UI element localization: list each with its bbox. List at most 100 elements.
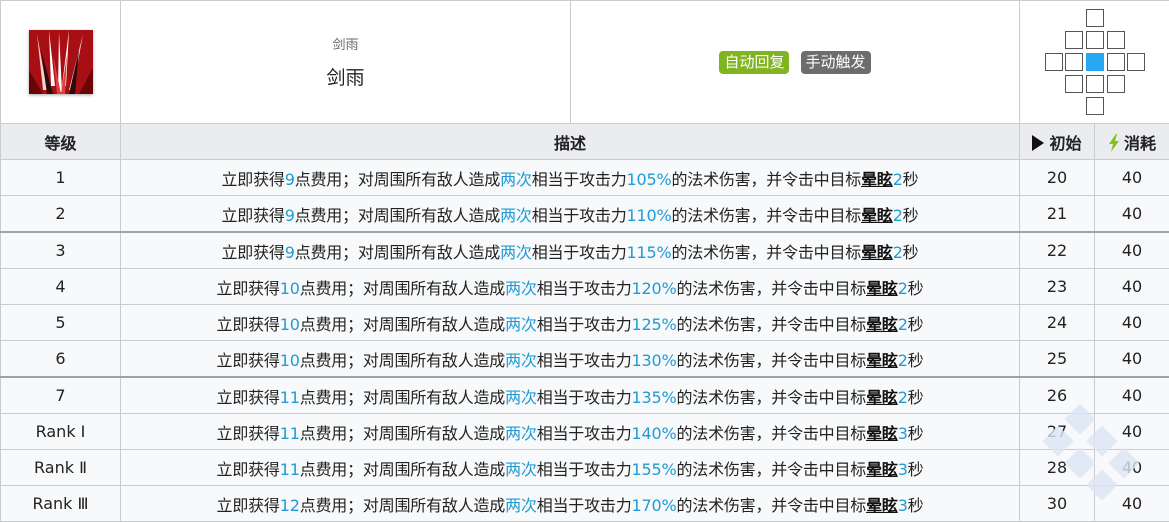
level-cell: 7 (1, 377, 121, 414)
skill-header-row: 剑雨 剑雨 自动回复 手动触发 (1, 1, 1169, 124)
description-cell: 立即获得10点费用；对周围所有敌人造成两次相当于攻击力125%的法术伤害，并令击… (121, 305, 1020, 341)
column-header-row: 等级 描述 初始 消耗 (1, 124, 1169, 160)
highlight-value: 9 (285, 243, 295, 262)
stun-term-link[interactable]: 晕眩 (861, 243, 893, 262)
highlight-value: 11 (280, 460, 300, 479)
highlight-value: 3 (898, 496, 908, 515)
table-row: Rank Ⅰ立即获得11点费用；对周围所有敌人造成两次相当于攻击力140%的法术… (1, 414, 1169, 450)
highlight-value: 10 (280, 315, 300, 334)
initial-sp-cell: 25 (1020, 341, 1095, 378)
sp-cost-cell: 40 (1095, 160, 1169, 196)
highlight-value: 12 (280, 496, 300, 515)
highlight-value: 105% (627, 170, 672, 189)
highlight-value: 2 (898, 315, 908, 334)
highlight-value: 3 (898, 460, 908, 479)
level-cell: 4 (1, 269, 121, 305)
highlight-value: 135% (632, 388, 677, 407)
stun-term-link[interactable]: 晕眩 (866, 315, 898, 334)
initial-column-header: 初始 (1020, 124, 1095, 160)
level-cell: 5 (1, 305, 121, 341)
recovery-type-badge: 自动回复 (719, 51, 789, 74)
initial-sp-cell: 28 (1020, 450, 1095, 486)
highlight-value: 10 (280, 351, 300, 370)
highlight-value: 2 (893, 206, 903, 225)
initial-sp-cell: 24 (1020, 305, 1095, 341)
description-text: 点费用；对周围所有敌人造成 (300, 460, 505, 479)
cost-column-header: 消耗 (1095, 124, 1169, 160)
initial-column-label: 初始 (1049, 134, 1081, 153)
stun-term-link[interactable]: 晕眩 (866, 496, 898, 515)
table-row: 5立即获得10点费用；对周围所有敌人造成两次相当于攻击力125%的法术伤害，并令… (1, 305, 1169, 341)
skill-name-cell: 剑雨 剑雨 (121, 1, 571, 124)
description-text: 的法术伤害，并令击中目标 (671, 206, 861, 225)
highlight-value: 两次 (505, 315, 537, 334)
stun-term-link[interactable]: 晕眩 (861, 206, 893, 225)
play-arrow-icon (1032, 135, 1044, 151)
description-text: 点费用；对周围所有敌人造成 (300, 279, 505, 298)
skill-tags-cell: 自动回复 手动触发 (571, 1, 1020, 124)
level-cell: 3 (1, 232, 121, 269)
description-text: 秒 (908, 496, 924, 515)
description-text: 相当于攻击力 (537, 460, 632, 479)
table-row: 4立即获得10点费用；对周围所有敌人造成两次相当于攻击力120%的法术伤害，并令… (1, 269, 1169, 305)
stun-term-link[interactable]: 晕眩 (866, 279, 898, 298)
highlight-value: 10 (280, 279, 300, 298)
description-text: 的法术伤害，并令击中目标 (676, 315, 866, 334)
highlight-value: 两次 (500, 206, 532, 225)
highlight-value: 两次 (505, 496, 537, 515)
sp-cost-cell: 40 (1095, 305, 1169, 341)
description-cell: 立即获得10点费用；对周围所有敌人造成两次相当于攻击力120%的法术伤害，并令击… (121, 269, 1020, 305)
highlight-value: 两次 (505, 279, 537, 298)
stun-term-link[interactable]: 晕眩 (866, 460, 898, 479)
description-text: 立即获得 (222, 243, 285, 262)
description-cell: 立即获得11点费用；对周围所有敌人造成两次相当于攻击力140%的法术伤害，并令击… (121, 414, 1020, 450)
stun-term-link[interactable]: 晕眩 (866, 424, 898, 443)
level-cell: Rank Ⅰ (1, 414, 121, 450)
description-text: 点费用；对周围所有敌人造成 (295, 243, 500, 262)
highlight-value: 2 (898, 351, 908, 370)
table-row: 7立即获得11点费用；对周围所有敌人造成两次相当于攻击力135%的法术伤害，并令… (1, 377, 1169, 414)
highlight-value: 11 (280, 424, 300, 443)
description-text: 的法术伤害，并令击中目标 (671, 170, 861, 189)
description-column-header: 描述 (121, 124, 1020, 160)
description-text: 相当于攻击力 (537, 496, 632, 515)
description-text: 立即获得 (217, 388, 280, 407)
highlight-value: 两次 (505, 351, 537, 370)
highlight-value: 两次 (500, 243, 532, 262)
description-text: 立即获得 (217, 315, 280, 334)
description-text: 秒 (908, 460, 924, 479)
sp-cost-cell: 40 (1095, 196, 1169, 233)
highlight-value: 2 (898, 388, 908, 407)
trigger-type-badge: 手动触发 (801, 51, 871, 74)
skill-levels-body: 1立即获得9点费用；对周围所有敌人造成两次相当于攻击力105%的法术伤害，并令击… (1, 160, 1169, 522)
level-cell: 6 (1, 341, 121, 378)
skill-name-small: 剑雨 (121, 34, 570, 53)
description-text: 点费用；对周围所有敌人造成 (300, 351, 505, 370)
description-text: 的法术伤害，并令击中目标 (671, 243, 861, 262)
cost-column-label: 消耗 (1124, 134, 1156, 153)
highlight-value: 130% (632, 351, 677, 370)
highlight-value: 两次 (500, 170, 532, 189)
stun-term-link[interactable]: 晕眩 (866, 388, 898, 407)
description-text: 秒 (908, 315, 924, 334)
description-text: 的法术伤害，并令击中目标 (676, 279, 866, 298)
stun-term-link[interactable]: 晕眩 (861, 170, 893, 189)
stun-term-link[interactable]: 晕眩 (866, 351, 898, 370)
description-text: 相当于攻击力 (532, 206, 627, 225)
description-text: 相当于攻击力 (532, 170, 627, 189)
level-cell: Rank Ⅲ (1, 486, 121, 522)
description-text: 相当于攻击力 (537, 351, 632, 370)
skill-table: 剑雨 剑雨 自动回复 手动触发 (0, 0, 1169, 522)
table-row: 1立即获得9点费用；对周围所有敌人造成两次相当于攻击力105%的法术伤害，并令击… (1, 160, 1169, 196)
description-text: 的法术伤害，并令击中目标 (676, 424, 866, 443)
description-cell: 立即获得9点费用；对周围所有敌人造成两次相当于攻击力110%的法术伤害，并令击中… (121, 196, 1020, 233)
initial-sp-cell: 30 (1020, 486, 1095, 522)
initial-sp-cell: 26 (1020, 377, 1095, 414)
description-text: 相当于攻击力 (532, 243, 627, 262)
description-text: 秒 (903, 243, 919, 262)
level-cell: 2 (1, 196, 121, 233)
highlight-value: 155% (632, 460, 677, 479)
highlight-value: 两次 (505, 460, 537, 479)
sp-cost-cell: 40 (1095, 414, 1169, 450)
description-text: 相当于攻击力 (537, 279, 632, 298)
